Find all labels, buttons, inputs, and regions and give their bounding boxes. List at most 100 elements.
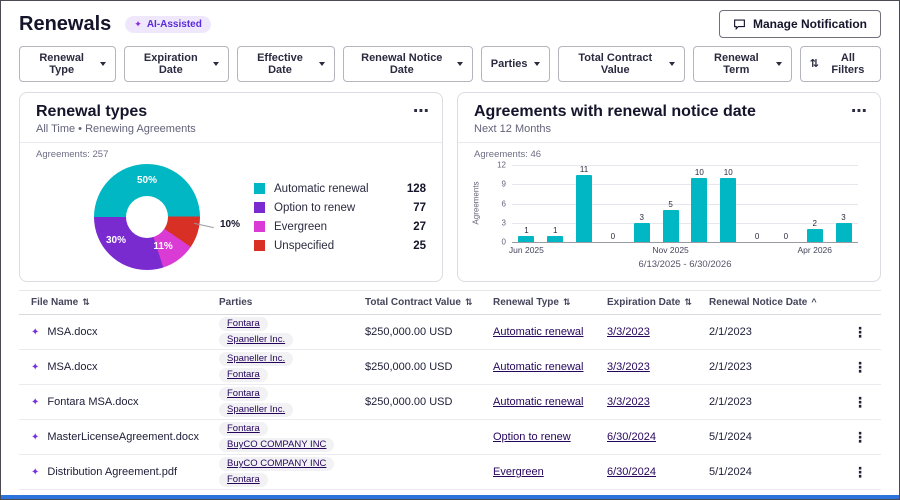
- file-name[interactable]: MSA.docx: [47, 326, 97, 338]
- y-axis-label: Agreements: [471, 181, 481, 225]
- manage-notification-button[interactable]: Manage Notification: [718, 10, 881, 38]
- bar-aug-2025[interactable]: [576, 175, 593, 242]
- table-row[interactable]: ✦ MasterLicenseAgreement.docx Fontara BuyCO…: [19, 419, 881, 455]
- legend-swatch: [254, 240, 265, 251]
- party-chip[interactable]: Fontara: [219, 317, 268, 331]
- y-tick-label: 9: [501, 179, 506, 189]
- all-filters-label: All Filters: [831, 52, 865, 76]
- row-menu-button[interactable]: ⋮: [845, 322, 875, 343]
- renewal-type-link[interactable]: Evergreen: [493, 466, 544, 478]
- row-menu-button[interactable]: ⋮: [845, 462, 875, 483]
- filter-label: Renewal Term: [714, 52, 759, 76]
- agreements-count: Agreements: 257: [36, 149, 109, 160]
- bar-slot: 2: [800, 165, 829, 242]
- renewal-type-cell: Evergreen: [493, 454, 607, 490]
- party-chip[interactable]: Fontara: [219, 422, 268, 436]
- renewal-type-link[interactable]: Option to renew: [493, 431, 571, 443]
- party-chip[interactable]: Spaneller Inc.: [219, 403, 294, 417]
- y-tick-label: 0: [501, 237, 506, 247]
- table-row[interactable]: ✦ MSA.docx Spaneller Inc. Fontara $250,000.0…: [19, 349, 881, 385]
- sort-both-icon[interactable]: ⇅: [684, 297, 692, 307]
- y-tick-label: 6: [501, 199, 506, 208]
- expiration-date-link[interactable]: 3/3/2023: [607, 361, 650, 373]
- filter-renewal-type[interactable]: Renewal Type: [19, 46, 117, 82]
- party-chip[interactable]: Fontara: [219, 387, 268, 401]
- ai-sparkle-icon: ✦: [31, 362, 40, 373]
- party-chip[interactable]: Spaneller Inc.: [219, 333, 294, 347]
- filter-renewal-notice-date[interactable]: Renewal Notice Date: [342, 46, 473, 82]
- column-header-expiration-date[interactable]: Expiration Date ⇅: [607, 290, 709, 315]
- expiration-date-link[interactable]: 6/30/2024: [607, 431, 656, 443]
- bar-oct-2025[interactable]: [633, 222, 650, 242]
- bar-jan-2026[interactable]: [720, 177, 737, 242]
- row-menu-button[interactable]: ⋮: [845, 392, 875, 413]
- filter-renewal-term[interactable]: Renewal Term: [693, 46, 792, 82]
- renewal-type-link[interactable]: Automatic renewal: [493, 396, 584, 408]
- table-row[interactable]: ✦ MSA.docx Fontara Spaneller Inc. $250,000.0…: [19, 314, 881, 350]
- party-chip[interactable]: Fontara: [219, 473, 268, 487]
- row-menu-button[interactable]: ⋮: [845, 357, 875, 378]
- filter-effective-date[interactable]: Effective Date: [237, 46, 335, 82]
- renewal-type-link[interactable]: Automatic renewal: [493, 326, 584, 338]
- sort-both-icon[interactable]: ⇅: [82, 297, 90, 307]
- notification-bubble-icon: [734, 18, 745, 30]
- sort-asc-icon[interactable]: ^: [811, 297, 816, 307]
- bar-slot: 0: [743, 165, 772, 242]
- manage-notification-label: Manage Notification: [752, 17, 867, 31]
- table-row[interactable]: ✦ Distribution Agreement.pdf BuyCO COMPANY…: [19, 454, 881, 490]
- sort-both-icon[interactable]: ⇅: [465, 297, 473, 307]
- legend-item: Option to renew 77: [254, 202, 426, 214]
- expiration-date-link[interactable]: 3/3/2023: [607, 326, 650, 338]
- party-chip[interactable]: Spaneller Inc.: [219, 352, 294, 366]
- expiration-date-link[interactable]: 3/3/2023: [607, 396, 650, 408]
- bar-apr-2026[interactable]: [806, 229, 823, 242]
- bar-nov-2025[interactable]: [662, 209, 679, 242]
- file-name[interactable]: MasterLicenseAgreement.docx: [47, 431, 199, 443]
- filter-label: Parties: [490, 58, 528, 70]
- bar-dec-2025[interactable]: [691, 177, 708, 242]
- ai-sparkle-icon: ✦: [31, 397, 40, 408]
- column-label: File Name: [31, 297, 79, 308]
- card-menu-button[interactable]: ⋯: [413, 101, 430, 121]
- expiration-date-cell: 6/30/2024: [607, 419, 709, 455]
- party-chip[interactable]: BuyCO COMPANY INC: [219, 457, 335, 471]
- all-filters-button[interactable]: ⇅ All Filters: [799, 46, 881, 82]
- column-header-parties[interactable]: Parties: [219, 290, 365, 315]
- legend-swatch: [254, 202, 265, 213]
- column-header-renewal-type[interactable]: Renewal Type ⇅: [493, 290, 607, 315]
- file-name[interactable]: Fontara MSA.docx: [47, 396, 138, 408]
- table-row[interactable]: ✦ Fontara MSA.docx Fontara Spaneller Inc. $2…: [19, 384, 881, 420]
- page-title: Renewals: [19, 12, 112, 35]
- party-chips: Fontara BuyCO COMPANY INC: [219, 422, 361, 452]
- renewal-notice-card: Agreements with renewal notice date Next…: [457, 92, 881, 282]
- filter-label: Renewal Type: [39, 52, 84, 76]
- row-menu-button[interactable]: ⋮: [845, 427, 875, 448]
- filter-expiration-date[interactable]: Expiration Date: [124, 46, 230, 82]
- bar-jun-2025[interactable]: [518, 235, 535, 242]
- legend-label: Evergreen: [274, 220, 328, 233]
- bar-value-label: 10: [723, 167, 733, 177]
- filter-parties[interactable]: Parties: [480, 46, 550, 82]
- card-menu-button[interactable]: ⋯: [851, 101, 868, 121]
- bar-value-label: 2: [812, 219, 817, 229]
- party-chip[interactable]: Fontara: [219, 368, 268, 382]
- bar-jul-2025[interactable]: [547, 235, 564, 242]
- bar-value-label: 3: [841, 212, 846, 222]
- total-contract-value-cell: $250,000.00 USD: [365, 314, 493, 350]
- parties-cell: Spaneller Inc. Fontara: [219, 349, 365, 385]
- file-name[interactable]: Distribution Agreement.pdf: [47, 466, 177, 478]
- bar-chart: 0 3 6 9 12 1 1 11 0 3 5 10 10 0 0 2 3: [497, 161, 858, 247]
- donut-percent-label: 11%: [153, 241, 173, 253]
- sort-both-icon[interactable]: ⇅: [563, 297, 571, 307]
- column-header-actions: [835, 290, 881, 315]
- column-header-renewal-notice-date[interactable]: Renewal Notice Date ^: [709, 290, 835, 315]
- legend-item: Unspecified 25: [254, 240, 426, 252]
- column-header-total-contract-value[interactable]: Total Contract Value ⇅: [365, 290, 493, 315]
- bar-may-2026[interactable]: [835, 222, 852, 242]
- column-header-file-name[interactable]: File Name ⇅: [19, 290, 219, 315]
- expiration-date-link[interactable]: 6/30/2024: [607, 466, 656, 478]
- renewal-type-link[interactable]: Automatic renewal: [493, 361, 584, 373]
- party-chip[interactable]: BuyCO COMPANY INC: [219, 438, 335, 452]
- filter-total-contract-value[interactable]: Total Contract Value: [557, 46, 686, 82]
- file-name[interactable]: MSA.docx: [47, 361, 97, 373]
